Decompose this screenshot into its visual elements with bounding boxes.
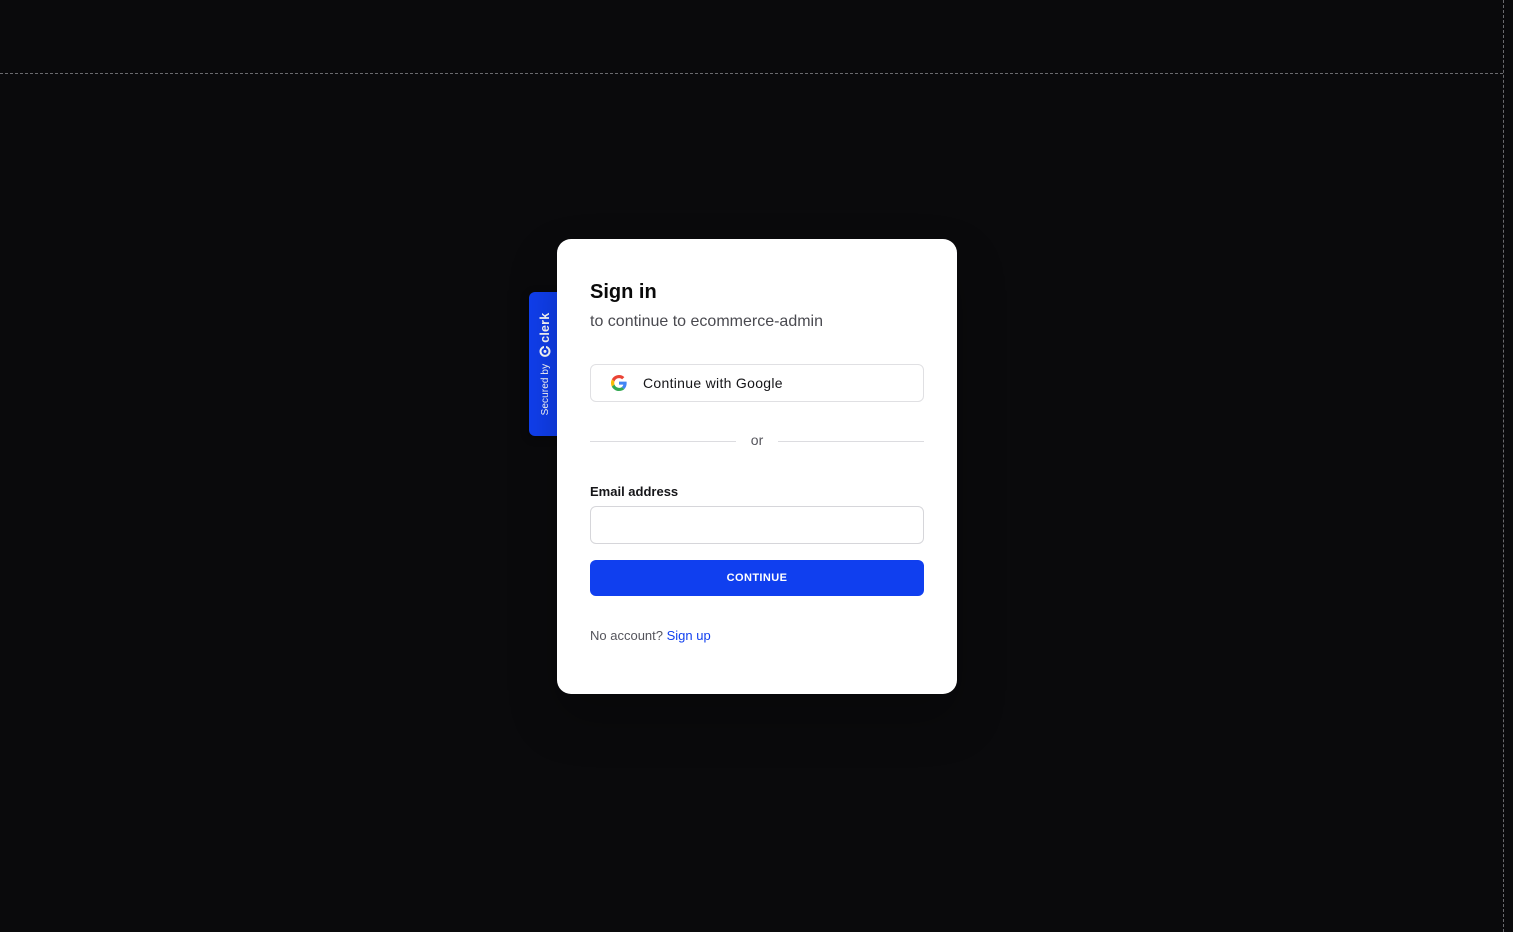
sign-in-card: Sign in to continue to ecommerce-admin C… [557,239,957,694]
page-background: Secured by clerk Sign in to continue to … [0,0,1513,932]
dashed-guide-horizontal [0,73,1503,74]
badge-secured-label: Secured by [539,363,551,416]
badge-brand-label: clerk [538,312,552,343]
divider-line-right [778,440,925,442]
dashed-guide-vertical [1503,0,1504,932]
badge-content: Secured by clerk [538,313,552,416]
page-title: Sign in [590,281,657,303]
signup-prompt: No account? Sign up [590,628,711,643]
no-account-text: No account? [590,628,663,643]
or-divider: or [590,431,925,451]
sign-up-link[interactable]: Sign up [667,628,711,643]
email-field[interactable] [590,506,924,544]
google-icon [611,375,627,391]
divider-text: or [750,432,764,448]
continue-with-google-button[interactable]: Continue with Google [590,364,924,402]
continue-button[interactable]: CONTINUE [590,560,924,596]
email-field-label: Email address [590,484,679,499]
divider-line-left [590,440,736,442]
google-button-label: Continue with Google [643,375,783,391]
clerk-logo-icon [539,345,551,358]
page-subtitle: to continue to ecommerce-admin [590,313,823,330]
